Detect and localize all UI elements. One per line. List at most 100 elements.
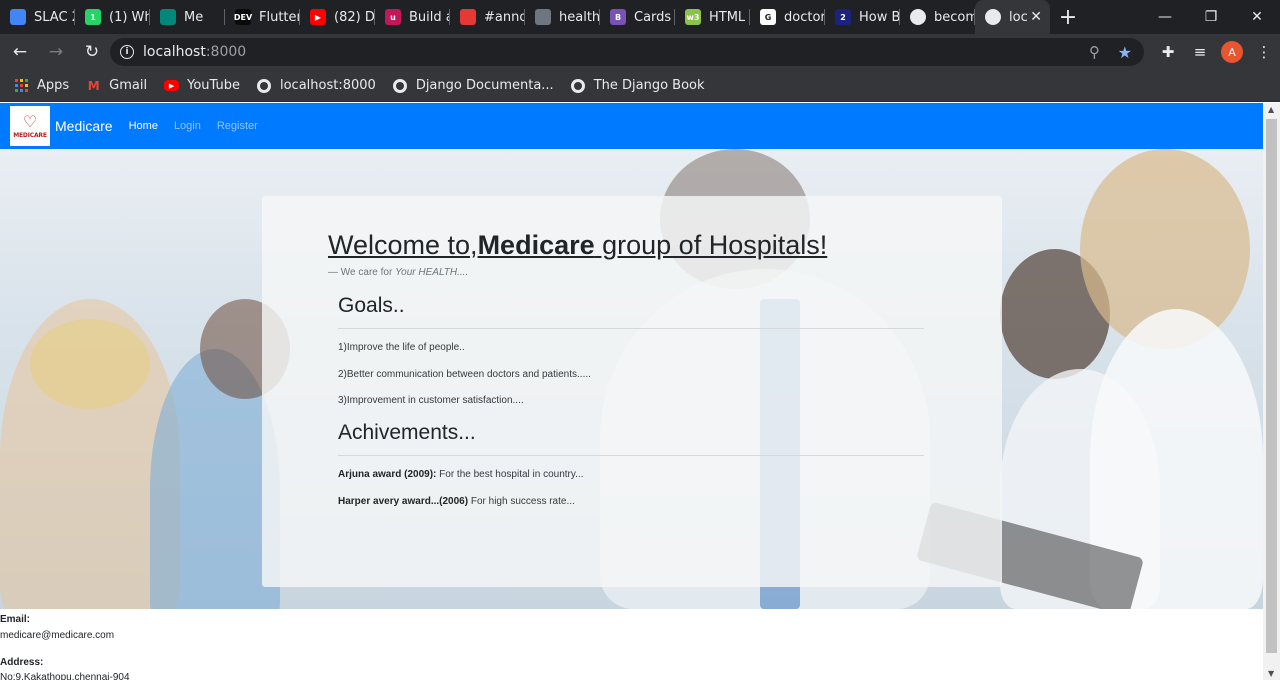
browser-tab[interactable]: B Cards	[600, 0, 675, 34]
scroll-down-icon[interactable]: ▼	[1268, 669, 1274, 678]
browser-tab[interactable]: 1 (1) Wh	[75, 0, 150, 34]
back-button[interactable]: ←	[4, 36, 36, 68]
tab-close-icon[interactable]: ✕	[1030, 9, 1042, 25]
bookmark-label: The Django Book	[593, 78, 705, 93]
arrow-right-icon: →	[48, 42, 64, 62]
goals-heading: Goals..	[338, 294, 405, 317]
url-host: localhost	[143, 44, 206, 60]
tagline: — We care for Your HEALTH....	[328, 267, 468, 278]
bookmarks-bar: Apps M Gmail ▶ YouTube localhost:8000 Dj…	[0, 70, 1280, 102]
address-value: No:9,Kakathopu,chennai-904	[0, 672, 130, 680]
reload-button[interactable]: ↻	[76, 36, 108, 68]
tab-title: health	[559, 9, 600, 25]
reload-icon: ↻	[84, 42, 100, 62]
bookmark-label: Django Documenta...	[415, 78, 554, 93]
achievement-title: Arjuna award (2009):	[338, 469, 437, 480]
tab-favicon-icon: ▶	[310, 9, 326, 25]
browser-tab[interactable]: w3 HTML	[675, 0, 750, 34]
site-navbar: ♡ MEDICARE Medicare Home Login Register	[0, 103, 1263, 149]
bookmark-gmail[interactable]: M Gmail	[86, 78, 147, 93]
hero-section: Welcome to,Medicare group of Hospitals! …	[0, 149, 1263, 609]
bookmark-apps[interactable]: Apps	[14, 78, 69, 93]
restore-button[interactable]: ❐	[1188, 0, 1234, 34]
bookmark-star-icon[interactable]: ★	[1118, 43, 1132, 62]
tab-title: (1) Wh	[109, 9, 150, 25]
profile-button[interactable]: A	[1216, 36, 1248, 68]
media-queue-icon[interactable]: ≡	[1184, 36, 1216, 68]
bookmark-label: YouTube	[187, 78, 240, 93]
title-prefix: Welcome to,	[328, 230, 478, 260]
tab-title: Build a	[409, 9, 450, 25]
goal-item: 2)Better communication between doctors a…	[338, 369, 591, 380]
bookmark-django-docs[interactable]: Django Documenta...	[393, 78, 554, 93]
address-label: Address:	[0, 657, 44, 668]
tab-title: SLAC 2	[34, 9, 75, 25]
brand-link[interactable]: Medicare	[55, 118, 113, 134]
new-tab-button[interactable]: +	[1050, 0, 1086, 34]
browser-tab[interactable]: Gdoctor	[750, 0, 825, 34]
tab-active[interactable]: loc ✕	[975, 0, 1050, 34]
browser-tab[interactable]: DEV Flutter	[225, 0, 300, 34]
bookmark-label: Gmail	[109, 78, 148, 93]
tab-title: Cards	[634, 9, 672, 25]
page-viewport: ♡ MEDICARE Medicare Home Login Register …	[0, 103, 1263, 680]
address-bar[interactable]: i localhost:8000 ⚲ ★	[110, 38, 1144, 66]
tagline-emphasis: Your HEALTH....	[395, 267, 469, 278]
achievement-item: Harper avery award...(2006) For high suc…	[338, 496, 575, 507]
tab-title: doctor	[784, 9, 825, 25]
url-port: :8000	[205, 44, 247, 60]
browser-toolbar: ← → ↻ i localhost:8000 ⚲ ★ ✚ ≡ A ⋮	[0, 34, 1280, 70]
goal-item: 3)Improvement in customer satisfaction..…	[338, 395, 524, 406]
divider	[338, 328, 924, 329]
goal-item: 1)Improve the life of people..	[338, 342, 465, 353]
extensions-icon[interactable]: ✚	[1152, 36, 1184, 68]
tab-title: HTML	[709, 9, 746, 25]
bookmark-label: localhost:8000	[279, 78, 376, 93]
close-window-button[interactable]: ✕	[1234, 0, 1280, 34]
browser-tab[interactable]: #anno	[450, 0, 525, 34]
window-controls: — ❐ ✕	[1142, 0, 1280, 34]
nav-register[interactable]: Register	[217, 120, 258, 132]
menu-kebab-icon[interactable]: ⋮	[1248, 36, 1280, 68]
tab-favicon-icon	[460, 9, 476, 25]
zoom-icon[interactable]: ⚲	[1089, 43, 1100, 61]
tab-title: loc	[1009, 9, 1028, 25]
site-info-icon[interactable]: i	[120, 45, 134, 59]
gmail-icon: M	[87, 78, 100, 93]
browser-tab[interactable]: u Build a	[375, 0, 450, 34]
bookmark-localhost[interactable]: localhost:8000	[257, 78, 376, 93]
browser-tab[interactable]: SLAC 2	[0, 0, 75, 34]
page-scrollbar[interactable]: ▲ ▼	[1263, 103, 1280, 680]
site-logo[interactable]: ♡ MEDICARE	[10, 106, 50, 146]
email-label: Email:	[0, 614, 31, 625]
globe-icon	[571, 78, 586, 93]
nav-login[interactable]: Login	[174, 120, 201, 132]
globe-icon	[393, 78, 408, 93]
browser-tab[interactable]: Me	[150, 0, 225, 34]
logo-text: MEDICARE	[13, 131, 47, 139]
tab-title: Me	[184, 9, 204, 25]
achievement-text: For high success rate...	[468, 496, 575, 507]
minimize-button[interactable]: —	[1142, 0, 1188, 34]
browser-tab[interactable]: becom	[900, 0, 975, 34]
browser-tab[interactable]: health	[525, 0, 600, 34]
page-title: Welcome to,Medicare group of Hospitals!	[328, 230, 827, 261]
achievement-text: For the best hospital in country...	[436, 469, 584, 480]
browser-tab[interactable]: 2 How B	[825, 0, 900, 34]
tab-title: How B	[859, 9, 900, 25]
browser-tab[interactable]: ▶ (82) Dj	[300, 0, 375, 34]
scroll-up-icon[interactable]: ▲	[1268, 105, 1274, 114]
tab-favicon-icon: G	[760, 9, 776, 25]
youtube-icon: ▶	[164, 80, 180, 91]
scrollbar-thumb[interactable]	[1266, 119, 1277, 653]
nav-home[interactable]: Home	[129, 120, 158, 132]
bookmark-django-book[interactable]: The Django Book	[571, 78, 705, 93]
title-brand: Medicare	[477, 230, 595, 260]
tab-strip: SLAC 2 1 (1) Wh Me DEV Flutter ▶ (82) Dj u Build …	[0, 0, 1280, 34]
forward-button[interactable]: →	[40, 36, 72, 68]
bookmark-label: Apps	[37, 78, 70, 93]
tab-favicon-icon: DEV	[234, 9, 252, 25]
bookmark-youtube[interactable]: ▶ YouTube	[164, 78, 240, 93]
tab-title: (82) Dj	[334, 9, 375, 25]
tab-favicon-icon	[910, 9, 926, 25]
